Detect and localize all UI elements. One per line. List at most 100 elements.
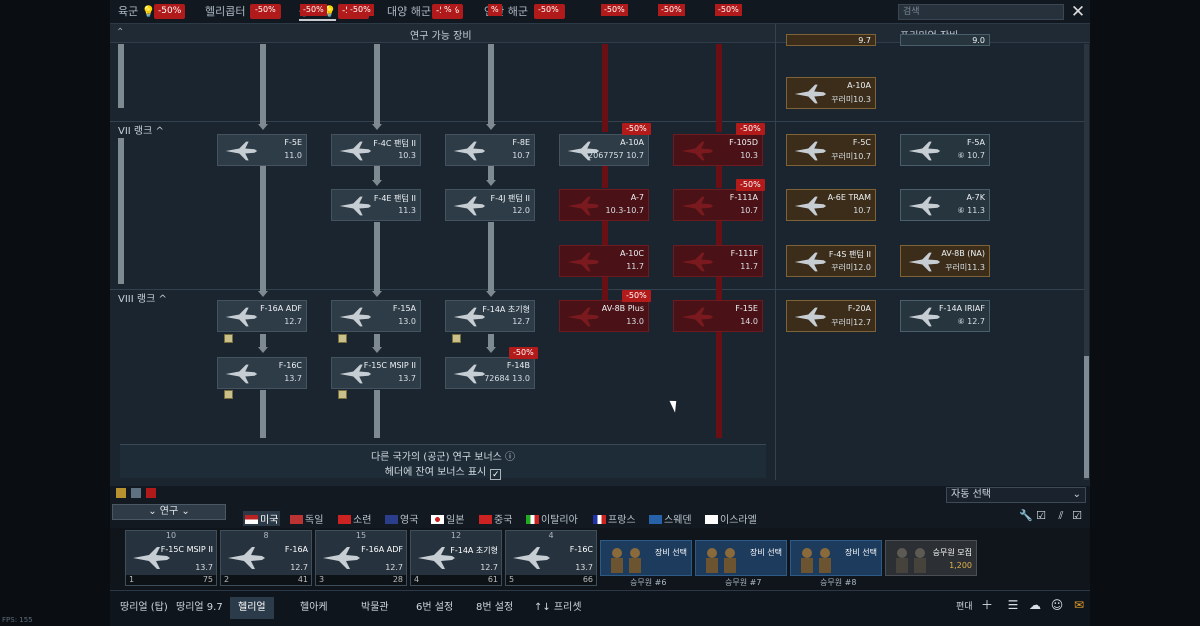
flag-uk-icon	[385, 515, 398, 524]
tree-arrow	[488, 222, 494, 292]
vehicle-card[interactable]: 9.7	[786, 34, 876, 46]
checkbox-icon[interactable]: ☑	[1035, 510, 1047, 522]
preset-tab[interactable]: 6번 설정	[408, 597, 461, 619]
recruit-crew-button[interactable]: 승무원 모집 1,200	[885, 540, 977, 576]
vehicle-card-f5a[interactable]: F-5A ⑥ 10.7	[900, 134, 990, 166]
vehicle-card-f16c[interactable]: F-16C 13.7	[217, 357, 307, 389]
nation-usa[interactable]: 미국	[243, 511, 281, 526]
crew-slot[interactable]: 12 F-14A 초기형 12.7 4 61	[410, 530, 502, 586]
tree-arrow	[260, 334, 266, 348]
scrollbar-thumb[interactable]	[1084, 356, 1089, 478]
flag-sweden-icon	[649, 515, 662, 524]
flag-israel-icon	[705, 515, 718, 524]
vehicle-card-a7k[interactable]: A-7K ⑥ 11.3	[900, 189, 990, 221]
plane-icon	[566, 194, 600, 218]
cloud-icon[interactable]: ☁	[1028, 598, 1042, 612]
nation-sale: -50%	[300, 4, 327, 16]
wrench-icon[interactable]: 🔧	[1019, 510, 1033, 522]
vehicle-card-av8b-plus[interactable]: AV-8B Plus 13.0	[559, 300, 649, 332]
plane-icon	[680, 194, 714, 218]
vehicle-card-f14a[interactable]: F-14A 초기형 12.7	[445, 300, 535, 332]
vehicle-card-f15e[interactable]: F-15E 14.0	[673, 300, 763, 332]
nation-ussr[interactable]: 소련	[338, 511, 371, 526]
tree-arrow	[488, 44, 494, 126]
preset-tab-active[interactable]: 헬리얼	[230, 597, 274, 619]
nation-japan[interactable]: 일본	[431, 511, 464, 526]
vehicle-card-f4j[interactable]: F-4J 팬텀 II 12.0	[445, 189, 535, 221]
nation-italy[interactable]: 이탈리아	[526, 511, 578, 526]
crew-label: 승무원 #7	[725, 578, 762, 587]
vehicle-card-f14b[interactable]: F-14B 72684 13.0	[445, 357, 535, 389]
preset-tab[interactable]: 땅리얼 9.7	[168, 597, 231, 619]
crew-label: 승무원 #6	[630, 578, 667, 587]
nation-sale: -50%	[601, 4, 628, 16]
vehicle-card-f4s[interactable]: F-4S 팬텀 II 꾸러미12.0	[786, 245, 876, 277]
rank-vii-label[interactable]: VII 랭크 ^	[118, 122, 164, 137]
preset-tab[interactable]: 땅리얼 (탑)	[112, 597, 176, 619]
vehicle-card[interactable]: 9.0	[900, 34, 990, 46]
arrow-head	[486, 291, 496, 297]
vehicle-card-f15c[interactable]: F-15C MSIP II 13.7	[331, 357, 421, 389]
checkbox-icon[interactable]: ☑	[1071, 510, 1083, 522]
vehicle-card-f111a[interactable]: F-111A 10.7	[673, 189, 763, 221]
search-input[interactable]: 검색	[898, 4, 1064, 20]
bonus-toggle[interactable]: 헤더에 잔여 보너스 표시 ✓	[120, 463, 766, 480]
tab-helicopter[interactable]: 헬리콥터	[205, 3, 245, 21]
nation-france[interactable]: 프랑스	[593, 511, 636, 526]
nation-sale: -50%	[347, 4, 374, 16]
close-icon[interactable]: ✕	[1068, 2, 1088, 22]
vehicle-card-a10a[interactable]: A-10A 꾸러미10.3	[786, 77, 876, 109]
vehicle-card-a10a-early[interactable]: A-10A 2067757 10.7	[559, 134, 649, 166]
preset-tab[interactable]: 8번 설정	[468, 597, 521, 619]
vehicle-card-f5c[interactable]: F-5C 꾸러미10.7	[786, 134, 876, 166]
crew-slot[interactable]: 15 F-16A ADF 12.7 3 28	[315, 530, 407, 586]
vehicle-card-a10c[interactable]: A-10C 11.7	[559, 245, 649, 277]
squad-icon[interactable]: ☺	[1050, 598, 1064, 612]
tab-bluewater[interactable]: 대양 해군	[387, 3, 431, 21]
tab-ground[interactable]: 육군 💡	[118, 3, 155, 21]
bonus-title: 다른 국가의 (공군) 연구 보너스 ⓘ	[370, 452, 516, 463]
rank-viii-label[interactable]: VIII 랭크 ^	[118, 290, 167, 305]
presets-button[interactable]: ↑↓ 프리셋	[526, 597, 590, 619]
vehicle-card-f105d[interactable]: F-105D 10.3	[673, 134, 763, 166]
nation-israel[interactable]: 이스라엘	[705, 511, 757, 526]
premium-divider	[775, 24, 776, 480]
nation-china[interactable]: 중국	[479, 511, 512, 526]
plane-icon	[226, 545, 266, 571]
plus-icon[interactable]: ＋	[980, 598, 994, 612]
vehicle-card-f14a-iriaf[interactable]: F-14A IRIAF ⑥ 12.7	[900, 300, 990, 332]
locked-line	[716, 44, 722, 132]
vehicle-card-f20a[interactable]: F-20A 꾸러미12.7	[786, 300, 876, 332]
vehicle-card-f4c[interactable]: F-4C 팬텀 II 10.3	[331, 134, 421, 166]
research-dropdown[interactable]: ⌄ 연구 ⌄	[112, 504, 226, 520]
vehicle-card-f4e[interactable]: F-4E 팬텀 II 11.3	[331, 189, 421, 221]
collapse-icon[interactable]: ⌃	[116, 27, 124, 38]
preset-tab[interactable]: 박물관	[353, 597, 397, 619]
list-icon[interactable]: ☰	[1006, 598, 1020, 612]
vehicle-card-f5e[interactable]: F-5E 11.0	[217, 134, 307, 166]
select-vehicle-button[interactable]: 장비 선택	[790, 540, 882, 576]
nation-uk[interactable]: 영국	[385, 511, 418, 526]
checkbox-icon[interactable]: ✓	[490, 469, 502, 480]
crew-slot[interactable]: 8 F-16A 12.7 2 41	[220, 530, 312, 586]
select-vehicle-button[interactable]: 장비 선택	[600, 540, 692, 576]
vehicle-card-a7[interactable]: A-7 10.3-10.7	[559, 189, 649, 221]
vehicle-card-av8b-na[interactable]: AV-8B (NA) 꾸러미11.3	[900, 245, 990, 277]
select-vehicle-button[interactable]: 장비 선택	[695, 540, 787, 576]
modification-icon	[338, 390, 347, 399]
auto-select-dropdown[interactable]: 자동 선택 ⌄	[946, 487, 1086, 503]
nation-sweden[interactable]: 스웨덴	[649, 511, 692, 526]
crew-slot[interactable]: 10 F-15C MSIP II 13.7 1 75	[125, 530, 217, 586]
preset-tab[interactable]: 헬아케	[292, 597, 336, 619]
tree-arrow	[118, 138, 124, 284]
vehicle-card-a6e[interactable]: A-6E TRAM 10.7	[786, 189, 876, 221]
crew-slot[interactable]: 4 F-16C 13.7 5 66	[505, 530, 597, 586]
ammo-icon[interactable]: ⫽	[1055, 510, 1067, 522]
vehicle-card-f15a[interactable]: F-15A 13.0	[331, 300, 421, 332]
vehicle-card-f111f[interactable]: F-111F 11.7	[673, 245, 763, 277]
vehicle-card-f8e[interactable]: F-8E 10.7	[445, 134, 535, 166]
mail-icon[interactable]: ✉	[1072, 598, 1086, 612]
nation-sale: -50%	[535, 4, 562, 16]
nation-germany[interactable]: 독일	[290, 511, 323, 526]
vehicle-card-f16a-adf[interactable]: F-16A ADF 12.7	[217, 300, 307, 332]
